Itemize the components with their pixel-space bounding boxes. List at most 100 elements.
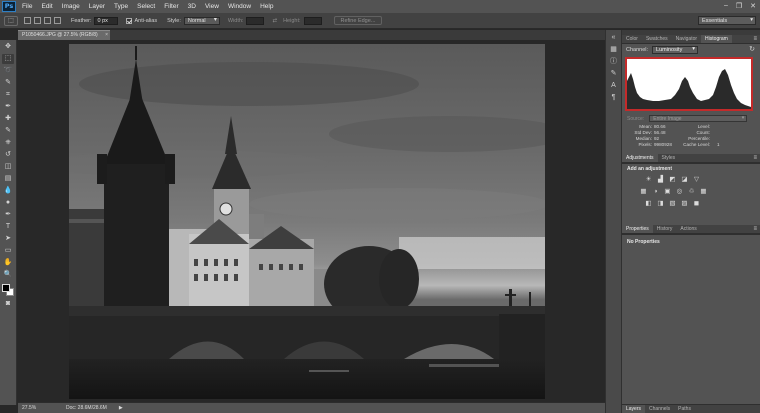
history-brush-icon[interactable]: ↺ xyxy=(2,150,14,160)
paragraph-panel-icon[interactable]: ¶ xyxy=(608,93,619,102)
new-selection-icon[interactable] xyxy=(24,17,31,24)
add-selection-icon[interactable] xyxy=(34,17,41,24)
panel-menu-icon[interactable]: ≡ xyxy=(753,154,757,162)
menu-select[interactable]: Select xyxy=(137,3,155,10)
color-swatches[interactable] xyxy=(1,283,15,297)
path-select-icon[interactable]: ➤ xyxy=(2,234,14,244)
subtract-selection-icon[interactable] xyxy=(44,17,51,24)
panel-menu-icon[interactable]: ≡ xyxy=(753,225,757,233)
restore-icon[interactable]: ❐ xyxy=(736,2,742,10)
adjustment-icon[interactable]: ◨ xyxy=(656,200,665,208)
menu-window[interactable]: Window xyxy=(228,3,251,10)
document-tab[interactable]: P1050466.JPG @ 27.5% (RGB/8) × xyxy=(18,30,110,40)
info-panel-icon[interactable]: ⓘ xyxy=(608,57,619,66)
adjustment-icon[interactable]: ☀ xyxy=(644,176,653,184)
hand-icon[interactable]: ✋ xyxy=(2,258,14,268)
refine-edge-button[interactable]: Refine Edge... xyxy=(333,16,383,25)
width-input[interactable] xyxy=(246,16,265,25)
adjustment-icon[interactable]: ◎ xyxy=(675,188,684,196)
shape-icon[interactable]: ▭ xyxy=(2,246,14,256)
canvas-area[interactable] xyxy=(18,40,605,402)
adjustment-icon[interactable]: ▟ xyxy=(656,176,665,184)
healing-icon[interactable]: ✚ xyxy=(2,114,14,124)
adjustment-icon[interactable]: ▣ xyxy=(663,188,672,196)
menu-image[interactable]: Image xyxy=(62,3,80,10)
menu-3d[interactable]: 3D xyxy=(188,3,196,10)
menu-edit[interactable]: Edit xyxy=(41,3,52,10)
antialias-checkbox[interactable] xyxy=(126,17,133,24)
menu-layer[interactable]: Layer xyxy=(89,3,105,10)
tab-adjustments[interactable]: Adjustments xyxy=(622,154,658,162)
tab-history[interactable]: History xyxy=(653,225,677,233)
style-select[interactable]: Normal xyxy=(183,16,220,25)
adjustment-icon[interactable]: ◪ xyxy=(680,176,689,184)
feather-input[interactable]: 0 px xyxy=(94,16,119,25)
menu-type[interactable]: Type xyxy=(114,3,128,10)
tab-histogram[interactable]: Histogram xyxy=(701,35,732,43)
crop-icon[interactable]: ⌗ xyxy=(2,90,14,100)
tab-swatches[interactable]: Swatches xyxy=(642,35,672,43)
tab-paths[interactable]: Paths xyxy=(674,405,695,413)
gradient-icon[interactable]: ▤ xyxy=(2,174,14,184)
brush-panel-icon[interactable]: ✎ xyxy=(608,69,619,78)
pen-icon[interactable]: ✒ xyxy=(2,210,14,220)
clone-stamp-icon[interactable]: ⎈ xyxy=(2,138,14,148)
adjustment-icon[interactable]: ◑ xyxy=(651,188,660,196)
history-panel-icon[interactable]: ▦ xyxy=(608,45,619,54)
menu-view[interactable]: View xyxy=(205,3,219,10)
adjustment-icon[interactable]: ▨ xyxy=(680,200,689,208)
tab-actions[interactable]: Actions xyxy=(676,225,700,233)
lasso-icon[interactable]: ➰ xyxy=(2,66,14,76)
status-menu-icon[interactable]: ▶ xyxy=(119,403,123,413)
blur-icon[interactable]: 💧 xyxy=(2,186,14,196)
panel-menu-icon[interactable]: ≡ xyxy=(753,35,757,43)
swap-icon[interactable]: ⇄ xyxy=(272,18,277,24)
eyedropper-icon[interactable]: ✒ xyxy=(2,102,14,112)
close-icon[interactable]: ✕ xyxy=(750,2,756,10)
adjustment-icon[interactable]: ▦ xyxy=(699,188,708,196)
move-icon[interactable]: ✥ xyxy=(2,42,14,52)
antialias-label: Anti-alias xyxy=(134,17,158,24)
minimize-icon[interactable]: – xyxy=(724,2,728,10)
histogram-panel: Channel: Luminosity ↻ Source: Entire Ima… xyxy=(622,44,760,154)
brush-icon[interactable]: ✎ xyxy=(2,126,14,136)
zoom-level[interactable]: 27.5% xyxy=(18,403,46,413)
source-select[interactable]: Entire Image xyxy=(649,115,748,122)
adjustment-icon[interactable]: ▦ xyxy=(639,188,648,196)
tab-layers[interactable]: Layers xyxy=(622,405,646,413)
workspace-select[interactable]: Essentials xyxy=(698,16,756,25)
type-icon[interactable]: T xyxy=(2,222,14,232)
quick-mask-icon[interactable]: ◙ xyxy=(2,299,14,309)
adjustment-row: ☀ ▟ ◩ ◪ ▽ xyxy=(644,176,701,184)
adjustment-icon[interactable]: ◧ xyxy=(644,200,653,208)
stat-value: 9980928 xyxy=(654,142,672,147)
adjustment-icon[interactable]: ◼ xyxy=(692,200,701,208)
tab-color[interactable]: Color xyxy=(622,35,642,43)
eraser-icon[interactable]: ◫ xyxy=(2,162,14,172)
dodge-icon[interactable]: ● xyxy=(2,198,14,208)
zoom-icon[interactable]: 🔍 xyxy=(2,270,14,280)
channel-select[interactable]: Luminosity xyxy=(652,46,699,54)
document-size[interactable]: Doc: 28.6M/28.6M xyxy=(66,403,107,413)
quick-select-icon[interactable]: ✎ xyxy=(2,78,14,88)
menu-help[interactable]: Help xyxy=(260,3,273,10)
adjustment-icon[interactable]: ♲ xyxy=(687,188,696,196)
refresh-icon[interactable]: ↻ xyxy=(749,45,755,53)
tab-properties[interactable]: Properties xyxy=(622,225,653,233)
menu-file[interactable]: File xyxy=(22,3,32,10)
menu-filter[interactable]: Filter xyxy=(164,3,178,10)
close-icon[interactable]: × xyxy=(105,32,108,38)
tool-preset-picker[interactable]: ⬚ xyxy=(4,15,18,26)
expand-panels-icon[interactable]: « xyxy=(608,33,619,42)
character-panel-icon[interactable]: A xyxy=(608,81,619,90)
marquee-icon[interactable]: ⬚ xyxy=(2,54,14,64)
tab-channels[interactable]: Channels xyxy=(645,405,674,413)
foreground-color[interactable] xyxy=(2,284,10,292)
adjustment-icon[interactable]: ◩ xyxy=(668,176,677,184)
adjustment-icon[interactable]: ▧ xyxy=(668,200,677,208)
adjustment-icon[interactable]: ▽ xyxy=(692,176,701,184)
tab-styles[interactable]: Styles xyxy=(658,154,680,162)
height-input[interactable] xyxy=(303,16,322,25)
intersect-selection-icon[interactable] xyxy=(54,17,61,24)
tab-navigator[interactable]: Navigator xyxy=(672,35,701,43)
